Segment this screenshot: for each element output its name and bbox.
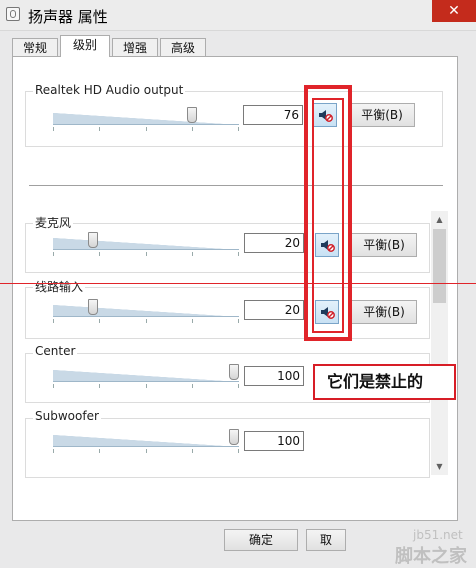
slider-tick	[146, 319, 147, 323]
slider-tick	[192, 252, 193, 256]
separator	[29, 185, 443, 186]
slider-tick	[238, 252, 239, 256]
slider-tick	[238, 127, 239, 131]
balance-button-mic[interactable]: 平衡(B)	[351, 233, 417, 257]
title-bar: 扬声器 属性 ✕	[0, 0, 476, 31]
levels-panel: Realtek HD Audio output 76 平衡(B) 麦克风 20 …	[12, 56, 458, 521]
tab-levels[interactable]: 级别	[60, 35, 110, 57]
cancel-button[interactable]: 取	[306, 529, 346, 551]
highlight-box-inner	[312, 98, 344, 333]
volume-value-line-in[interactable]: 20	[244, 300, 304, 320]
volume-value-master[interactable]: 76	[243, 105, 303, 125]
volume-slider-center[interactable]	[53, 364, 239, 388]
speaker-app-icon	[6, 7, 20, 21]
slider-track	[53, 305, 239, 317]
scroll-up-icon[interactable]: ▲	[431, 211, 448, 228]
volume-slider-mic[interactable]	[53, 232, 239, 256]
ok-button[interactable]: 确定	[224, 529, 298, 551]
slider-tick	[192, 449, 193, 453]
slider-tick	[99, 449, 100, 453]
slider-tick	[99, 127, 100, 131]
slider-tick	[99, 252, 100, 256]
slider-tick	[53, 384, 54, 388]
slider-tick	[192, 384, 193, 388]
annotation-line	[0, 283, 476, 284]
slider-tick	[53, 449, 54, 453]
slider-thumb[interactable]	[229, 364, 239, 380]
slider-tick	[146, 127, 147, 131]
channel-label-mic: 麦克风	[33, 214, 74, 231]
volume-slider-subwoofer[interactable]	[53, 429, 239, 453]
slider-track	[53, 435, 239, 447]
slider-thumb[interactable]	[187, 107, 197, 123]
scroll-down-icon[interactable]: ▼	[431, 458, 448, 475]
balance-button-master[interactable]: 平衡(B)	[349, 103, 415, 127]
scrollbar-thumb[interactable]	[433, 229, 446, 303]
slider-thumb[interactable]	[229, 429, 239, 445]
slider-tick	[146, 449, 147, 453]
slider-track	[53, 370, 239, 382]
channel-label-subwoofer: Subwoofer	[33, 409, 101, 423]
slider-tick	[146, 252, 147, 256]
window-title: 扬声器 属性	[28, 8, 108, 26]
tab-enhancements[interactable]: 增强	[112, 38, 158, 57]
slider-tick	[99, 384, 100, 388]
channel-label-line-in: 线路输入	[33, 278, 86, 295]
slider-tick	[53, 252, 54, 256]
volume-value-center[interactable]: 100	[244, 366, 304, 386]
channel-label-master: Realtek HD Audio output	[33, 83, 186, 97]
slider-tick	[53, 319, 54, 323]
volume-value-subwoofer[interactable]: 100	[244, 431, 304, 451]
slider-tick	[99, 319, 100, 323]
volume-value-mic[interactable]: 20	[244, 233, 304, 253]
balance-button-line-in[interactable]: 平衡(B)	[351, 300, 417, 324]
annotation-callout: 它们是禁止的	[313, 364, 456, 400]
close-button[interactable]: ✕	[432, 0, 476, 22]
slider-thumb[interactable]	[88, 232, 98, 248]
slider-tick	[192, 319, 193, 323]
slider-thumb[interactable]	[88, 299, 98, 315]
slider-tick	[238, 319, 239, 323]
channel-label-center: Center	[33, 344, 78, 358]
slider-track	[53, 238, 239, 250]
volume-slider-line-in[interactable]	[53, 299, 239, 323]
volume-slider-master[interactable]	[53, 107, 239, 131]
slider-tick	[238, 449, 239, 453]
slider-tick	[53, 127, 54, 131]
slider-tick	[146, 384, 147, 388]
tab-general[interactable]: 常规	[12, 38, 58, 57]
tab-advanced[interactable]: 高级	[160, 38, 206, 57]
slider-track	[53, 113, 239, 125]
watermark-logo-text: 脚本之家	[395, 546, 467, 567]
vertical-scrollbar[interactable]: ▲ ▼	[431, 211, 448, 475]
watermark-url: jb51.net	[413, 528, 463, 542]
slider-tick	[192, 127, 193, 131]
slider-tick	[238, 384, 239, 388]
